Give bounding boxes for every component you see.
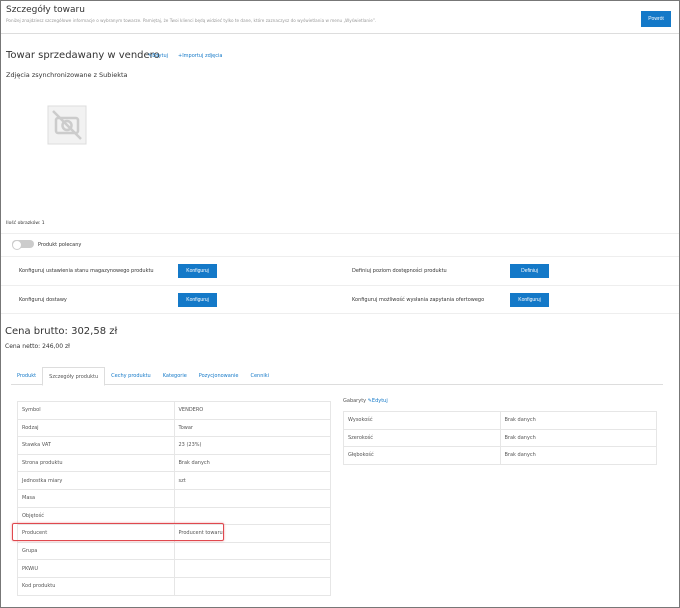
tab-pozycjonowanie[interactable]: Pozycjonowanie — [193, 367, 245, 384]
tab-cechy-produktu[interactable]: Cechy produktu — [105, 367, 157, 384]
config-label: Definiuj poziom dostępności produktu — [352, 268, 447, 274]
row-label: PKWiU — [17, 559, 175, 578]
table-row: Wysokość Brak danych — [343, 411, 657, 430]
config-label: Konfiguruj ustawienia stanu magazynowego… — [19, 268, 154, 274]
featured-toggle[interactable] — [12, 240, 34, 250]
configure-quote-button[interactable]: Konfiguruj — [510, 293, 549, 307]
table-row: PKWiU — [17, 559, 331, 578]
no-image-icon — [47, 105, 87, 145]
divider — [1, 33, 679, 34]
tab-cenniki[interactable]: Cenniki — [244, 367, 275, 384]
table-row: Głębokość Brak danych — [343, 446, 657, 465]
row-value — [173, 488, 331, 508]
table-row: Jednostka miary szt — [17, 471, 331, 490]
divider — [1, 256, 679, 257]
net-price: Cena netto: 246,00 zł — [5, 343, 70, 350]
row-value: Brak danych — [499, 446, 657, 465]
configure-stock-button[interactable]: Konfiguruj — [178, 264, 217, 278]
table-row: Strona produktu Brak danych — [17, 453, 331, 473]
row-label: Wysokość — [343, 411, 501, 430]
row-value — [173, 541, 331, 561]
row-value: 23 (23%) — [173, 436, 331, 455]
table-row: Grupa — [17, 541, 331, 561]
row-label: Szerokość — [343, 428, 501, 448]
config-label: Konfiguruj możliwość wysłania zapytania … — [352, 297, 485, 303]
dimensions-heading: Gabaryty ✎Edytuj — [343, 398, 388, 404]
divider — [1, 313, 679, 314]
row-label: Strona produktu — [17, 453, 175, 473]
row-label: Kod produktu — [17, 576, 175, 596]
import-photos-link[interactable]: +Importuj zdjęcia — [178, 53, 222, 59]
product-title: Towar sprzedawany w vendero — [6, 50, 160, 61]
define-availability-button[interactable]: Definiuj — [510, 264, 549, 278]
page-subtitle: Poniżej znajdziesz szczegółowe informacj… — [6, 18, 377, 23]
row-value — [173, 559, 331, 578]
details-table: Symbol VENDERO Rodzaj Towar Stawka VAT 23 (23… — [17, 401, 331, 596]
row-label: Symbol — [17, 401, 175, 420]
row-value: VENDERO — [173, 401, 331, 420]
config-label: Konfiguruj dostawy — [19, 297, 67, 303]
row-label: Jednostka miary — [17, 471, 175, 490]
dimensions-edit-link[interactable]: ✎Edytuj — [368, 398, 388, 404]
row-value: Brak danych — [499, 428, 657, 448]
divider — [1, 233, 679, 234]
row-value — [173, 576, 331, 596]
row-label: Głębokość — [343, 446, 501, 465]
tab-szczegoly-produktu[interactable]: Szczegóły produktu — [42, 367, 106, 386]
page-title: Szczegóły towaru — [6, 5, 85, 15]
tab-produkt[interactable]: Produkt — [11, 367, 42, 384]
row-value: Towar — [173, 418, 331, 438]
featured-label: Produkt polecany — [38, 242, 82, 248]
table-row: Symbol VENDERO — [17, 401, 331, 420]
row-label: Grupa — [17, 541, 175, 561]
highlight-box — [12, 523, 224, 541]
edit-link[interactable]: ✎Edytuj — [148, 53, 168, 59]
table-row: Szerokość Brak danych — [343, 428, 657, 448]
configure-delivery-button[interactable]: Konfiguruj — [178, 293, 217, 307]
row-value: Brak danych — [499, 411, 657, 430]
tab-kategorie[interactable]: Kategorie — [157, 367, 193, 384]
gross-price: Cena brutto: 302,58 zł — [5, 326, 118, 337]
table-row: Masa — [17, 488, 331, 508]
row-label: Stawka VAT — [17, 436, 175, 455]
divider — [1, 285, 679, 286]
row-label: Masa — [17, 488, 175, 508]
row-value: Brak danych — [173, 453, 331, 473]
table-row: Kod produktu — [17, 576, 331, 596]
tab-bar: Produkt Szczegóły produktu Cechy produkt… — [11, 367, 663, 386]
table-row: Stawka VAT 23 (23%) — [17, 436, 331, 455]
image-count: Ilość obrazków: 1 — [6, 221, 45, 226]
row-label: Rodzaj — [17, 418, 175, 438]
dimensions-table: Wysokość Brak danych Szerokość Brak danych G… — [343, 411, 657, 465]
row-value: szt — [173, 471, 331, 490]
table-row: Rodzaj Towar — [17, 418, 331, 438]
back-button[interactable]: Powrót — [641, 11, 671, 27]
photos-heading: Zdjęcia zsynchronizowane z Subiekta — [6, 71, 128, 79]
